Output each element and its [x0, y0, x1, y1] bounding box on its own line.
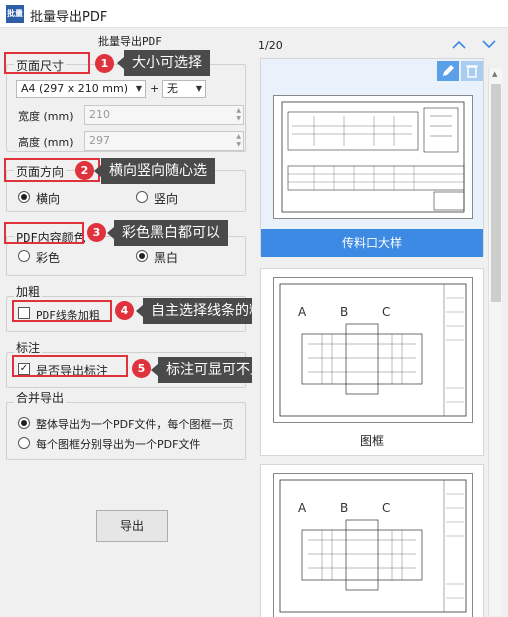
preview-thumbnail	[273, 95, 473, 219]
portrait-label: 竖向	[154, 192, 179, 206]
svg-text:B: B	[340, 305, 348, 319]
chevron-up-icon[interactable]	[451, 38, 467, 50]
merge-separate-label: 每个图框分别导出为一个PDF文件	[36, 438, 201, 451]
plus-label: +	[150, 82, 160, 95]
callout-text-2: 横向竖向随心选	[94, 158, 215, 184]
orientation-extra-select[interactable]: 无 ▼	[162, 80, 206, 98]
preview-card[interactable]: A B C 图框	[260, 268, 484, 456]
window-titlebar: 批量 批量导出PDF	[0, 0, 508, 28]
highlight-color	[4, 222, 84, 244]
merge-label: 合并导出	[14, 389, 67, 406]
bold-label: 加粗	[14, 283, 43, 300]
bw-radio[interactable]	[136, 250, 148, 262]
landscape-label: 横向	[36, 192, 61, 206]
chevron-down-icon: ▼	[195, 84, 202, 93]
svg-text:C: C	[382, 501, 390, 515]
colored-label: 彩色	[36, 251, 61, 265]
highlight-bold	[12, 300, 112, 322]
chevron-down-icon: ▼	[135, 84, 142, 93]
preview-thumbnail: A B C	[273, 277, 473, 423]
scroll-up-icon[interactable]: ▲	[492, 70, 497, 78]
scrollbar-thumb[interactable]	[491, 84, 501, 302]
svg-text:C: C	[382, 305, 390, 319]
merge-single-radio[interactable]	[18, 417, 30, 429]
preview-thumbnail: A B C	[273, 473, 473, 617]
export-button[interactable]: 导出	[96, 510, 168, 542]
callout-badge-2: 2	[75, 161, 94, 180]
merge-separate-radio[interactable]	[18, 437, 30, 449]
svg-text:A: A	[298, 501, 307, 515]
bw-label: 黑白	[154, 251, 179, 265]
callout-badge-1: 1	[95, 54, 114, 73]
panel-title: 批量导出PDF	[98, 35, 162, 48]
app-icon: 批量	[6, 5, 24, 23]
highlight-annotation	[12, 355, 128, 377]
callout-text-1: 大小可选择	[117, 50, 210, 76]
merge-single-label: 整体导出为一个PDF文件，每个图框一页	[36, 418, 234, 431]
preview-caption: 传料口大样	[261, 229, 483, 257]
svg-text:B: B	[340, 501, 348, 515]
width-label: 宽度 (mm)	[18, 110, 74, 123]
width-input[interactable]: 210 ▲ ▼	[84, 105, 244, 125]
callout-badge-5: 5	[132, 359, 151, 378]
chevron-down-icon[interactable]	[481, 38, 497, 50]
spin-arrows-icon: ▲ ▼	[236, 133, 241, 148]
height-input[interactable]: 297 ▲ ▼	[84, 131, 244, 151]
preview-panel: 1/20 传料口大样 A B C 图框 A B C ▲	[252, 28, 508, 617]
height-label: 高度 (mm)	[18, 136, 74, 149]
highlight-page-size	[4, 52, 90, 74]
preview-scrollbar[interactable]: ▲	[488, 68, 502, 616]
landscape-radio[interactable]	[18, 191, 30, 203]
callout-text-3: 彩色黑白都可以	[107, 220, 228, 246]
annotation-label: 标注	[14, 339, 43, 356]
svg-text:A: A	[298, 305, 307, 319]
colored-radio[interactable]	[18, 250, 30, 262]
page-indicator: 1/20	[258, 39, 283, 52]
spin-arrows-icon: ▲ ▼	[236, 107, 241, 122]
trash-icon[interactable]	[461, 61, 483, 81]
window-title: 批量导出PDF	[30, 10, 108, 25]
portrait-radio[interactable]	[136, 191, 148, 203]
preview-card[interactable]: 传料口大样	[260, 58, 484, 257]
callout-badge-4: 4	[115, 301, 134, 320]
paper-size-select[interactable]: A4 (297 x 210 mm) ▼	[16, 80, 146, 98]
preview-card[interactable]: A B C	[260, 464, 484, 617]
callout-badge-3: 3	[87, 223, 106, 242]
edit-icon[interactable]	[437, 61, 459, 81]
preview-caption: 图框	[359, 434, 384, 448]
